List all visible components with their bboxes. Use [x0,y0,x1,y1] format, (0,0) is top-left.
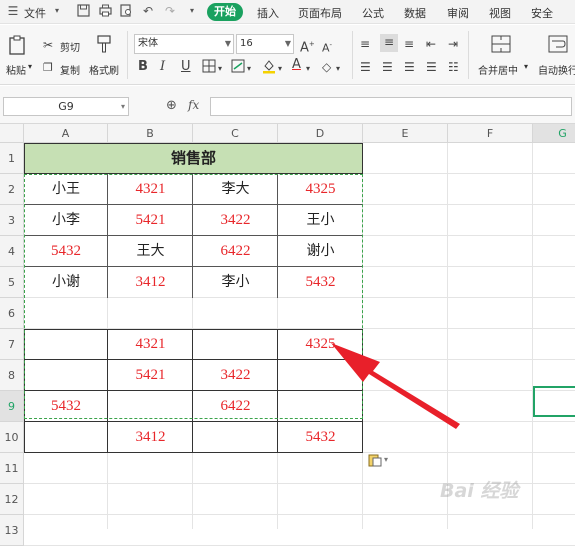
tab-page-layout[interactable]: 页面布局 [298,5,342,21]
chevron-down-icon: ▼ [284,39,291,48]
indent-increase-icon[interactable]: ⇥ [448,36,458,52]
zoom-search-icon[interactable]: ⊕ [166,98,177,113]
chevron-down-icon[interactable]: ▾ [50,4,64,18]
cut-icon[interactable]: ✂ [43,37,53,53]
divider [127,31,128,79]
clear-format-icon[interactable]: ◇ [322,59,331,75]
paste-dropdown-icon[interactable]: ▾ [28,62,32,71]
print-icon[interactable] [98,4,112,18]
format-painter-icon[interactable] [96,35,112,57]
cell-style-dropdown-icon[interactable]: ▾ [247,61,251,77]
annotation-arrow [331,343,460,429]
tab-insert[interactable]: 插入 [257,5,279,21]
function-icon[interactable]: fx [188,98,199,112]
decrease-font-icon[interactable]: A- [322,37,332,57]
font-color-dropdown-icon[interactable]: ▾ [306,61,310,77]
clear-format-dropdown-icon[interactable]: ▾ [336,61,340,77]
name-box[interactable]: G9 ▾ [3,97,129,116]
divider [352,31,353,79]
fill-color-dropdown-icon[interactable]: ▾ [278,61,282,77]
ribbon-toolbar: 粘贴 ▾ ✂ 剪切 ❐ 复制 格式刷 宋体 ▼ 16 ▼ A+ A- B I U… [0,25,575,85]
tab-data[interactable]: 数据 [404,5,426,21]
italic-icon[interactable]: I [160,59,165,75]
formula-input[interactable] [210,97,572,116]
chevron-down-icon: ▼ [224,39,231,48]
font-name-value: 宋体 [138,38,158,49]
copy-button[interactable]: 复制 [60,62,80,77]
paste-button[interactable]: 粘贴 [6,62,26,77]
name-box-value: G9 [58,100,74,113]
formula-bar: G9 ▾ ⊕ fx [0,86,575,124]
watermark: Bai 经验 [440,480,519,502]
borders-dropdown-icon[interactable]: ▾ [218,61,222,77]
auto-wrap-icon[interactable] [548,35,568,57]
print-preview-icon[interactable] [119,4,133,18]
align-left-icon[interactable]: ☰ [360,59,371,75]
tab-review[interactable]: 审阅 [447,5,469,21]
redo-icon[interactable]: ↷ [163,4,177,18]
copy-icon[interactable]: ❐ [43,60,53,76]
underline-icon[interactable]: U [181,59,191,75]
tab-start[interactable]: 开始 [207,3,243,21]
divider [468,31,469,79]
tab-security[interactable]: 安全 [531,5,553,21]
tab-formulas[interactable]: 公式 [362,5,384,21]
undo-icon[interactable]: ↶ [141,4,155,18]
menu-icon[interactable]: ☰ [6,4,20,18]
merge-center-dropdown-icon[interactable]: ▾ [524,62,528,71]
format-painter-button[interactable]: 格式刷 [89,62,119,77]
menu-bar: ☰ 文件 ▾ ↶ ↷ ▾ 开始 插入 页面布局 公式 数据 审阅 视图 安全 [0,0,575,24]
align-middle-icon[interactable]: ≡ [380,34,398,52]
increase-font-icon[interactable]: A+ [300,36,315,56]
chevron-down-icon: ▾ [120,102,125,111]
merge-center-button[interactable]: 合并居中 [478,62,518,77]
quick-access-dropdown-icon[interactable]: ▾ [185,4,199,18]
font-size-select[interactable]: 16 ▼ [236,34,294,54]
tab-view[interactable]: 视图 [489,5,511,21]
distributed-align-icon[interactable]: ☷ [448,59,459,75]
cell-style-icon[interactable] [231,59,245,77]
file-menu[interactable]: 文件 [24,5,46,21]
cut-button[interactable]: 剪切 [60,39,80,54]
align-bottom-icon[interactable]: ≡ [404,36,414,52]
save-icon[interactable] [76,4,90,18]
align-center-icon[interactable]: ☰ [382,59,393,75]
font-size-value: 16 [240,38,253,49]
bold-icon[interactable]: B [138,59,148,75]
font-name-select[interactable]: 宋体 ▼ [134,34,234,54]
borders-icon[interactable] [202,59,216,77]
align-right-icon[interactable]: ☰ [404,59,415,75]
paste-icon[interactable] [8,35,26,59]
spreadsheet-grid[interactable]: ABCDEFG 1 2 3 4 5 6 7 8 9 10 11 12 13 销售部 小王 4321 李大 43… [0,124,575,546]
indent-decrease-icon[interactable]: ⇤ [426,36,436,52]
auto-wrap-button[interactable]: 自动换行 [538,62,575,77]
fill-color-icon[interactable] [262,59,276,78]
merge-center-icon[interactable] [491,35,511,57]
justify-icon[interactable]: ☰ [426,59,437,75]
align-top-icon[interactable]: ≡ [360,36,370,52]
font-color-icon[interactable]: A [292,57,301,73]
